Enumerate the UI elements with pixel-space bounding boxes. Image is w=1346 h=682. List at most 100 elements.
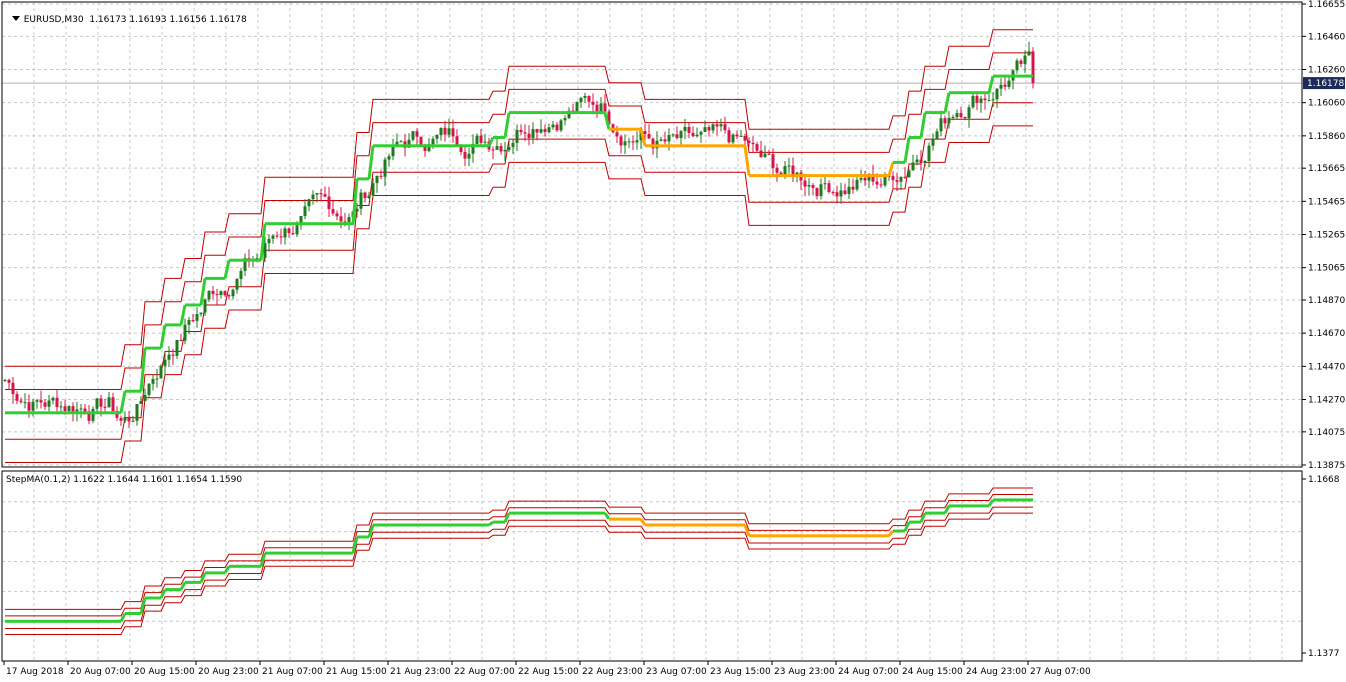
candle-body [835,192,839,197]
candle-body [235,279,239,290]
candle-body [203,299,207,313]
candle-body [375,175,379,184]
candle-body [767,153,771,155]
candle-body [855,179,859,190]
candle-body [911,162,915,171]
candle-body [1015,60,1019,71]
candle-body [1019,60,1023,64]
candle-body [227,295,231,297]
candle-body [623,141,627,146]
candle-body [535,129,539,133]
price-tick-label: 1.16460 [1308,32,1345,42]
candle-body [267,238,271,244]
candle-body [739,135,743,137]
candle-body [603,103,607,112]
time-tick-label: 23 Aug 07:00 [646,667,707,677]
candle-body [183,324,187,341]
candle-body [583,96,587,98]
candle-body [123,416,127,421]
current-price-label: 1.16178 [1307,79,1344,89]
candle-body [643,131,647,134]
candle-body [55,397,59,408]
candle-body [631,141,635,143]
time-axis: 17 Aug 2018 20 Aug 07:00 20 Aug 15:00 20 Au… [3,661,1091,677]
candle-body [683,127,687,132]
candle-body [647,134,651,139]
candle-body [723,124,727,131]
candle-body [899,176,903,182]
candle-body [579,97,583,103]
candle-body [555,124,559,131]
candle-body [831,192,835,193]
candle-body [171,354,175,356]
candle-body [807,185,811,187]
candle-body [79,408,83,410]
candle-body [711,124,715,131]
candle-body [895,180,899,182]
candle-body [211,290,215,295]
candle-body [743,135,747,141]
time-tick-label: 17 Aug 2018 [6,667,64,677]
step-ma-segment [943,92,951,113]
candle-body [499,146,503,152]
candle-body [399,141,403,143]
candle-body [979,98,983,103]
candle-body [111,397,115,412]
candle-body [231,289,235,297]
price-tick-label: 1.13875 [1308,461,1345,471]
candle-body [927,145,931,161]
candle-body [239,270,243,279]
candle-body [483,141,487,143]
candle-body [791,165,795,176]
ohlc-values: 1.16173 1.16193 1.16156 1.16178 [89,15,247,25]
candle-body [983,98,987,101]
band-line-1 [5,52,1033,390]
candle-body [679,131,683,139]
dropdown-arrow-icon[interactable] [11,16,20,21]
step-ma-line [5,74,1033,415]
candle-body [923,161,927,164]
candle-body [703,127,707,132]
candle-body [863,178,867,181]
candle-body [347,217,351,223]
candle-body [447,128,451,135]
candle-body [479,135,483,143]
candle-body [879,184,883,186]
candle-body [159,365,163,379]
candle-body [207,290,211,300]
symbol-header[interactable]: EURUSD,M30 1.16173 1.16193 1.16156 1.161… [6,5,247,25]
candle-body [591,101,595,105]
candle-body [935,131,939,139]
indicator-step-segment [259,552,267,567]
candle-body [155,378,159,380]
candle-body [991,99,995,101]
candle-body [495,146,499,150]
candle-body [463,152,467,159]
candle-body [951,117,955,118]
candle-body [443,127,447,135]
candle-body [1007,80,1011,87]
candle-body [355,208,359,212]
candle-body [439,127,443,135]
candle-body [387,156,391,160]
price-tick-label: 1.15665 [1308,164,1345,174]
candle-body [995,88,999,100]
candle-body [815,187,819,197]
candle-body [147,383,151,395]
candle-body [731,134,735,143]
candle-body [291,233,295,235]
time-tick-label: 24 Aug 07:00 [838,667,899,677]
candle-body [283,228,287,238]
candle-body [23,402,27,404]
candle-body [663,139,667,142]
candle-body [919,159,923,164]
candle-body [819,184,823,197]
candle-body [823,183,827,185]
candle-body [947,117,951,124]
candle-body [707,127,711,131]
candle-body [379,175,383,177]
candle-body [827,183,831,192]
candle-body [759,150,763,158]
price-tick-label: 1.14670 [1308,329,1345,339]
candle-body [971,95,975,108]
